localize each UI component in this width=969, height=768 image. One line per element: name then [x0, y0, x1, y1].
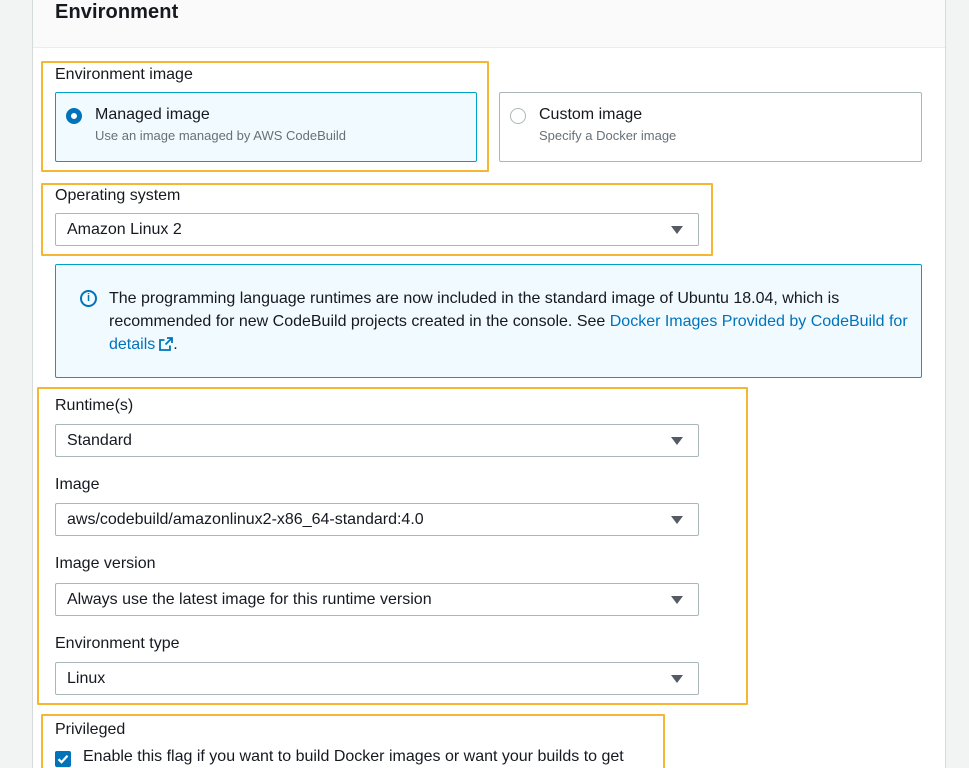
caret-down-icon	[671, 596, 683, 604]
environment-image-label: Environment image	[55, 66, 193, 83]
operating-system-value: Amazon Linux 2	[67, 221, 182, 238]
image-version-select[interactable]: Always use the latest image for this run…	[55, 583, 699, 616]
info-alert-text: The programming language runtimes are no…	[109, 287, 909, 356]
custom-image-description: Specify a Docker image	[539, 128, 677, 143]
section-title: Environment	[55, 1, 179, 23]
environment-type-select[interactable]: Linux	[55, 662, 699, 695]
image-version-value: Always use the latest image for this run…	[67, 591, 432, 608]
operating-system-select[interactable]: Amazon Linux 2	[55, 213, 699, 246]
environment-type-value: Linux	[67, 670, 106, 687]
external-link-icon	[159, 337, 174, 351]
custom-image-title: Custom image	[539, 106, 643, 123]
custom-image-option[interactable]: Custom image Specify a Docker image	[499, 92, 922, 162]
managed-image-description: Use an image managed by AWS CodeBuild	[95, 128, 346, 143]
info-icon: i	[80, 290, 97, 307]
panel-header: Environment	[33, 0, 945, 48]
caret-down-icon	[671, 675, 683, 683]
managed-image-option[interactable]: Managed image Use an image managed by AW…	[55, 92, 477, 162]
privileged-checkbox[interactable]	[55, 751, 71, 767]
runtime-select[interactable]: Standard	[55, 424, 699, 457]
environment-type-label: Environment type	[55, 635, 180, 652]
privileged-checkbox-label[interactable]: Enable this flag if you want to build Do…	[83, 748, 624, 766]
caret-down-icon	[671, 226, 683, 234]
managed-image-radio[interactable]	[66, 108, 82, 124]
image-value: aws/codebuild/amazonlinux2-x86_64-standa…	[67, 511, 424, 528]
caret-down-icon	[671, 516, 683, 524]
info-alert: i The programming language runtimes are …	[55, 264, 922, 378]
caret-down-icon	[671, 437, 683, 445]
image-version-label: Image version	[55, 555, 156, 572]
custom-image-radio[interactable]	[510, 108, 526, 124]
checkmark-icon	[57, 754, 69, 764]
image-label: Image	[55, 476, 100, 493]
operating-system-label: Operating system	[55, 187, 181, 204]
managed-image-title: Managed image	[95, 106, 210, 123]
image-select[interactable]: aws/codebuild/amazonlinux2-x86_64-standa…	[55, 503, 699, 536]
privileged-label: Privileged	[55, 721, 126, 738]
info-alert-period: .	[173, 336, 178, 353]
runtime-label: Runtime(s)	[55, 397, 134, 414]
runtime-value: Standard	[67, 432, 132, 449]
